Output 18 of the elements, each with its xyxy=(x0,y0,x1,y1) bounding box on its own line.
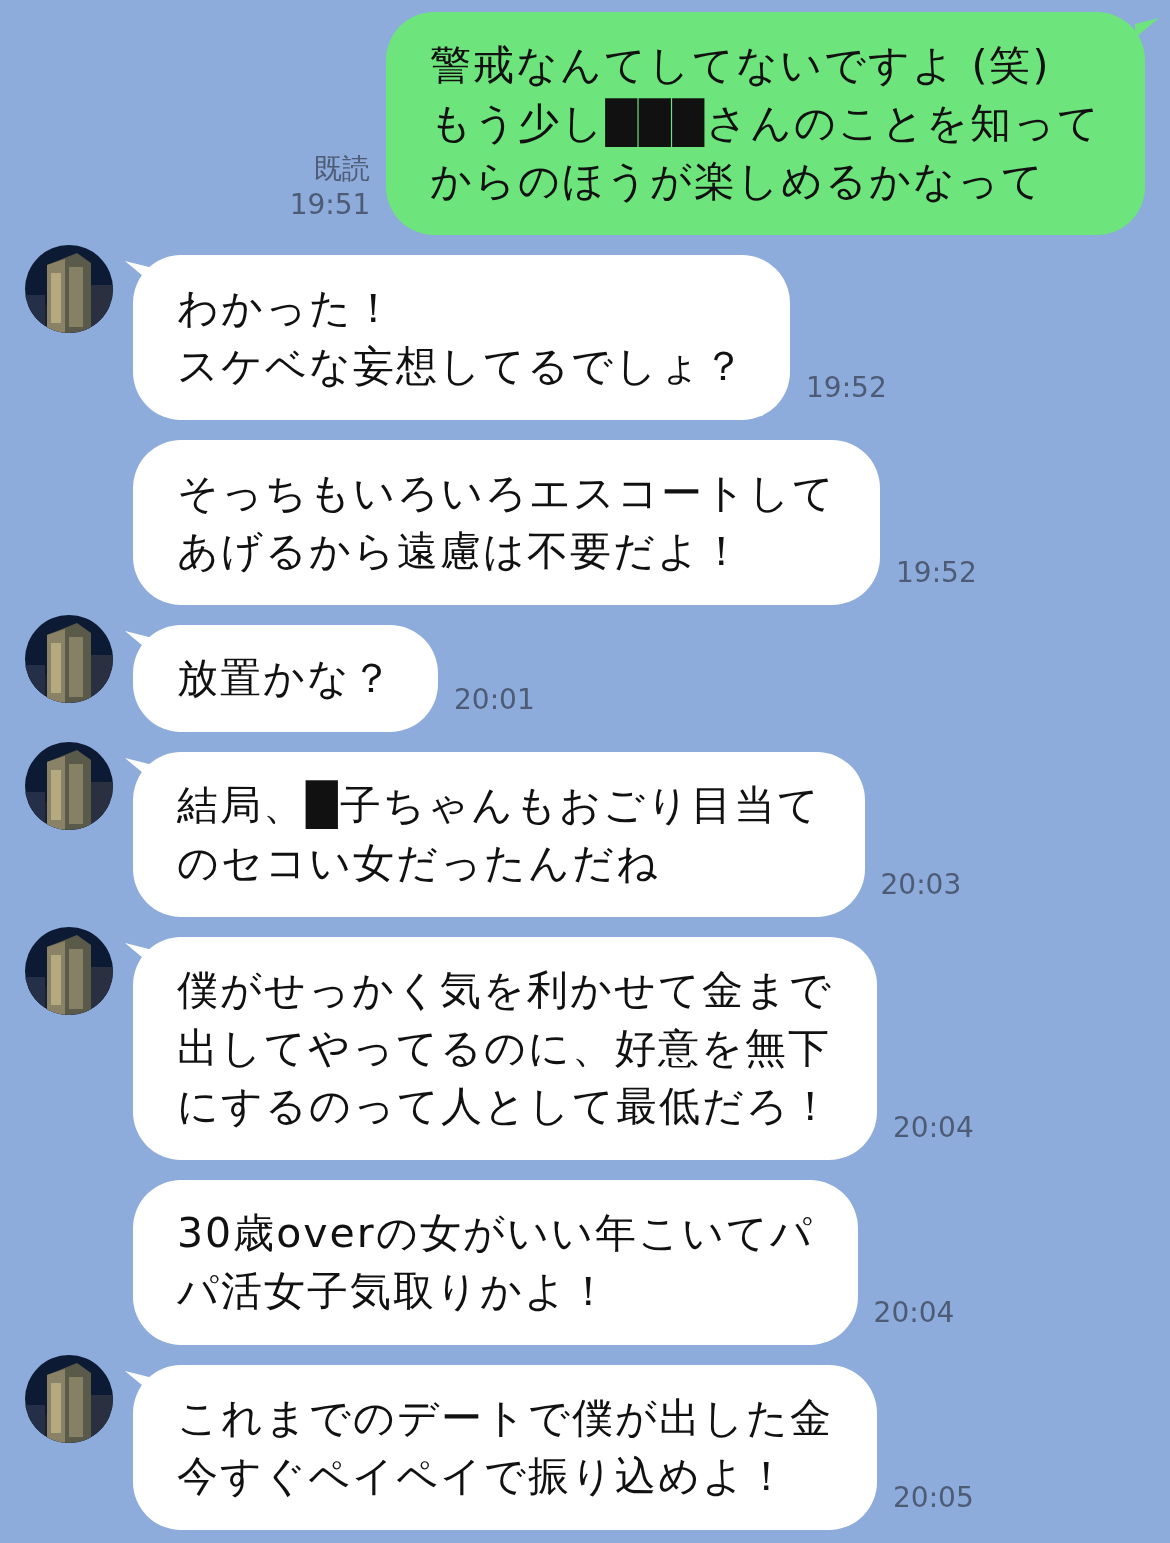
message-time: 20:01 xyxy=(454,682,535,718)
message-time: 19:52 xyxy=(896,555,977,591)
message-bubble: 僕がせっかく気を利かせて金まで 出してやってるのに、好意を無下 にするのって人として最低だろ！ xyxy=(133,937,877,1160)
message-time: 20:03 xyxy=(880,867,962,903)
message-time: 19:52 xyxy=(806,370,887,406)
bubble-tail xyxy=(1135,18,1159,38)
read-receipt: 既読 xyxy=(314,151,371,187)
message-bubble: これまでのデートで僕が出した金 今すぐペイペイで振り込めよ！ xyxy=(133,1365,877,1530)
message-time: 20:04 xyxy=(893,1110,974,1146)
message-bubble: 放置かな？ xyxy=(133,625,438,732)
message-time: 19:51 xyxy=(289,187,371,223)
message-time: 20:05 xyxy=(893,1480,974,1516)
message-bubble: 結局、█子ちゃんもおごり目当て のセコい女だったんだね xyxy=(133,752,865,917)
message-bubble: 30歳overの女がいい年こいてパ パ活女子気取りかよ！ xyxy=(133,1180,858,1345)
message-bubble: わかった！ スケベな妄想してるでしょ？ xyxy=(133,255,790,420)
message-bubble: そっちもいろいろエスコートして あげるから遠慮は不要だよ！ xyxy=(133,440,880,605)
message-time: 20:04 xyxy=(873,1295,955,1331)
message-bubble: 警戒なんてしてないですよ (笑) もう少し███さんのことを知って からのほうが楽しめるかなって xyxy=(386,12,1145,235)
